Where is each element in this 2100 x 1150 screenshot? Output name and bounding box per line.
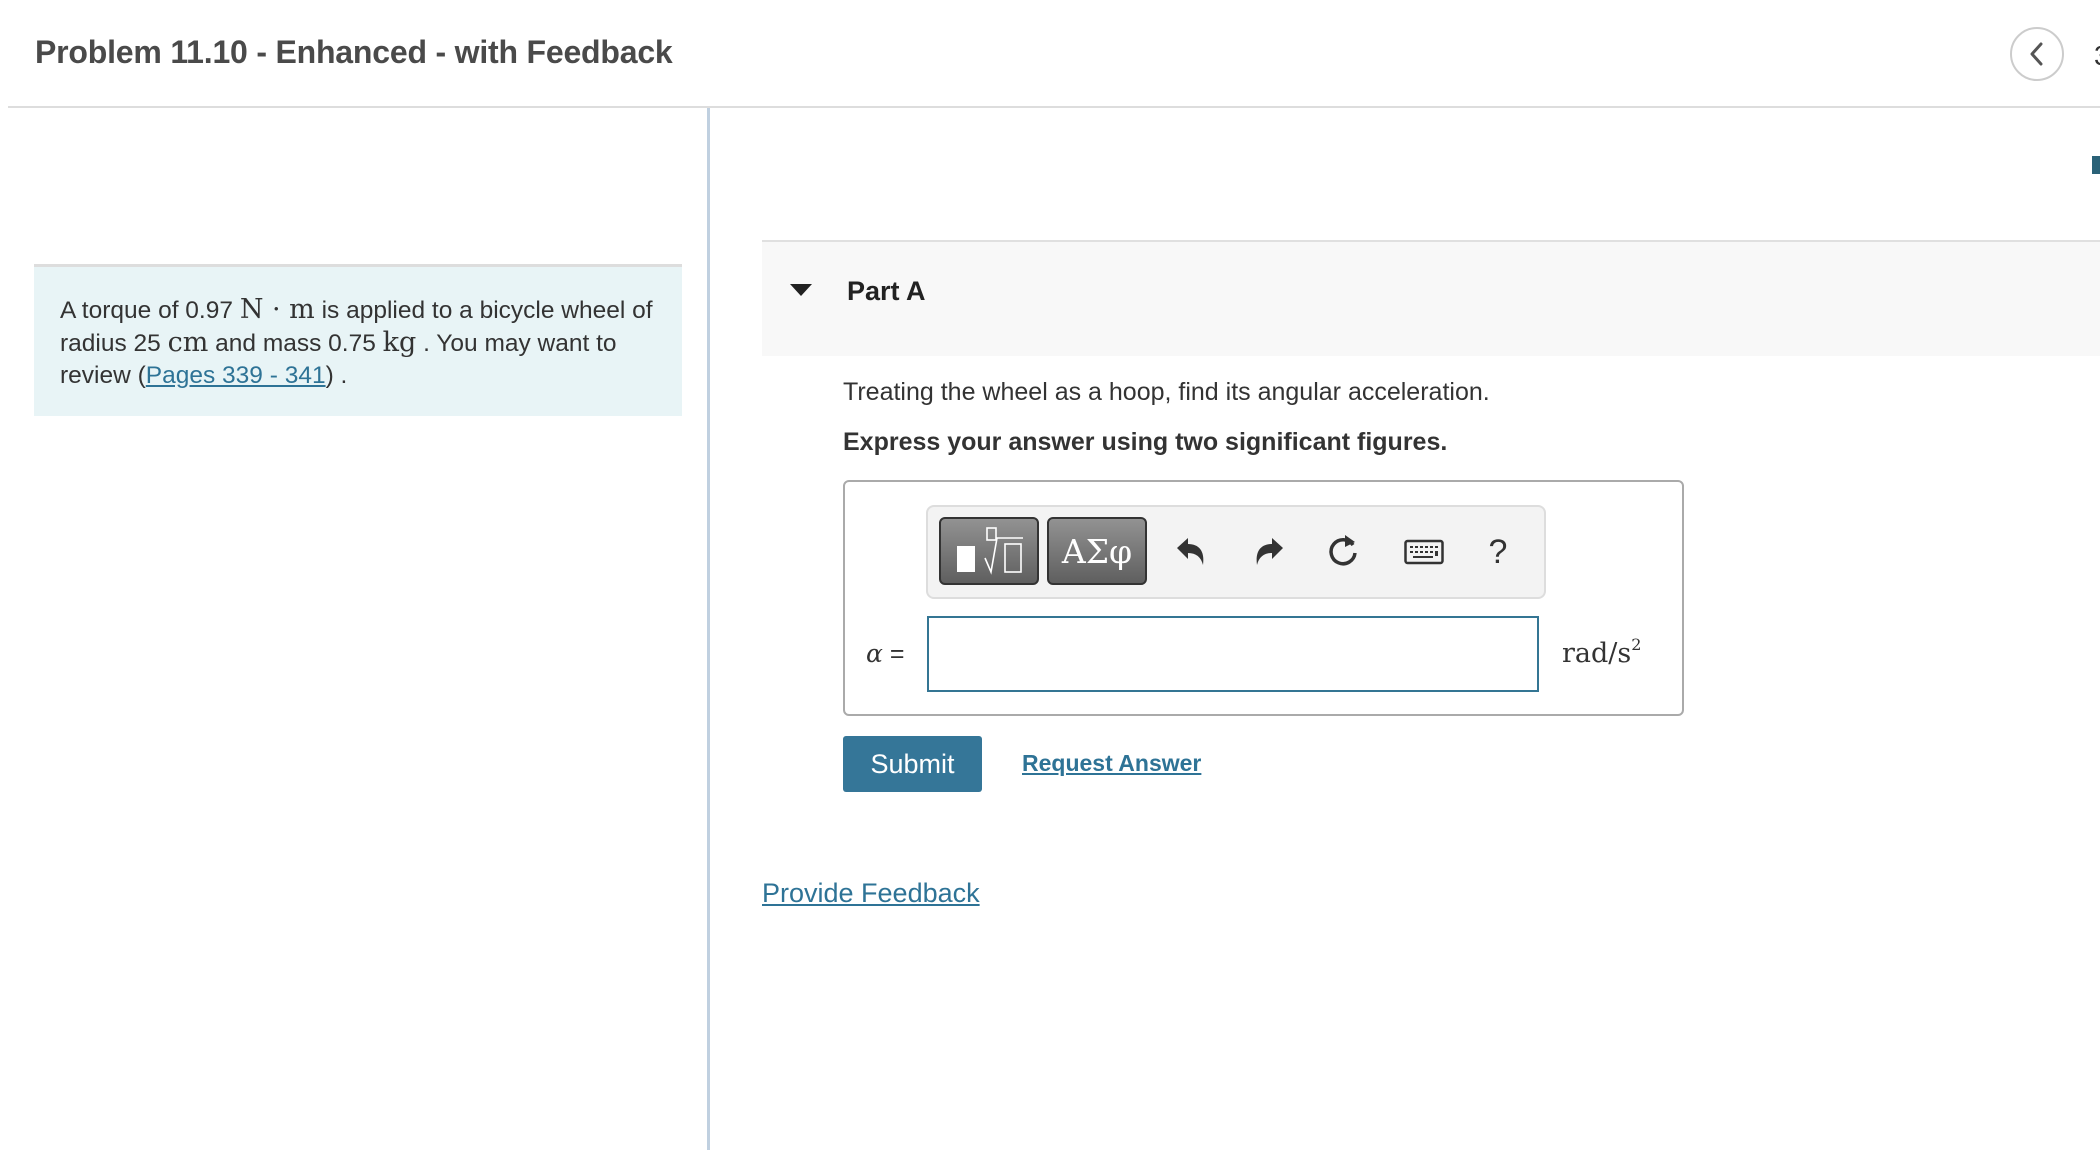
answer-input[interactable] xyxy=(927,616,1539,692)
help-button[interactable]: ? xyxy=(1478,531,1518,573)
math-toolbar: ΑΣφ ? xyxy=(926,505,1546,599)
side-panel-marker xyxy=(2092,156,2100,174)
reset-button[interactable] xyxy=(1325,531,1365,573)
mass-unit: kg xyxy=(382,327,417,358)
page-title: Problem 11.10 - Enhanced - with Feedback xyxy=(35,34,673,70)
review-pages-link[interactable]: Pages 339 - 341 xyxy=(146,362,326,389)
torque-unit: N · m xyxy=(239,294,315,325)
keyboard-icon xyxy=(1404,539,1444,565)
problem-intro: A torque of 0.97 N · m is applied to a b… xyxy=(34,264,682,416)
templates-button[interactable] xyxy=(939,517,1039,585)
units-label: rad/s2 xyxy=(1562,635,1641,669)
answer-box: ΑΣφ ? α = rad/s2 xyxy=(843,480,1684,716)
part-a-title: Part A xyxy=(847,276,926,306)
question-text: Treating the wheel as a hoop, find its a… xyxy=(843,378,1490,406)
undo-icon xyxy=(1177,538,1204,565)
variable-label: α = xyxy=(866,639,904,669)
part-a-header[interactable]: Part A xyxy=(762,240,2100,356)
previous-problem-button[interactable] xyxy=(2010,27,2064,81)
intro-text: ) . xyxy=(325,362,348,389)
alpha-symbol: α xyxy=(866,639,883,668)
equals-sign: = xyxy=(882,640,905,668)
symbols-button[interactable]: ΑΣφ xyxy=(1047,517,1147,585)
units-exponent: 2 xyxy=(1631,635,1642,654)
templates-icon xyxy=(957,527,1023,575)
redo-icon xyxy=(1256,538,1283,565)
caret-down-icon xyxy=(790,284,812,296)
request-answer-link[interactable]: Request Answer xyxy=(1022,750,1201,777)
panel-divider[interactable] xyxy=(707,108,710,1150)
reset-icon xyxy=(1329,535,1357,566)
units-base: rad/s xyxy=(1562,638,1632,669)
instruction-text: Express your answer using two significan… xyxy=(843,428,1448,456)
chevron-left-icon xyxy=(2030,42,2043,66)
page-header: Problem 11.10 - Enhanced - with Feedback… xyxy=(8,0,2100,108)
undo-button[interactable] xyxy=(1172,531,1212,573)
redo-button[interactable] xyxy=(1248,531,1288,573)
keyboard-button[interactable] xyxy=(1404,531,1444,573)
intro-text: A torque of 0.97 xyxy=(60,297,240,324)
problem-counter: 3 xyxy=(2094,40,2100,72)
radius-unit: cm xyxy=(167,327,209,358)
intro-text: and mass 0.75 xyxy=(208,330,383,357)
submit-button[interactable]: Submit xyxy=(843,736,982,792)
provide-feedback-link[interactable]: Provide Feedback xyxy=(762,878,980,909)
